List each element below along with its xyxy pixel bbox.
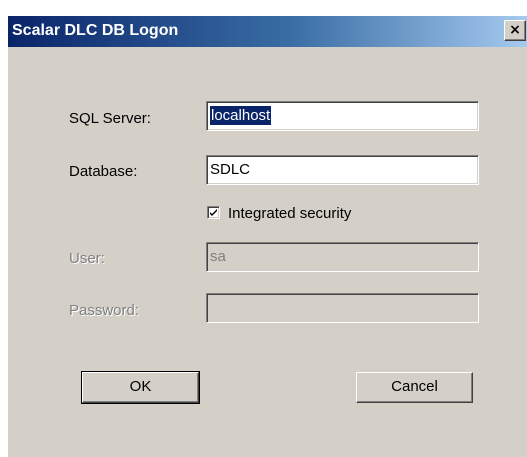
password-label: Password:	[69, 302, 140, 319]
user-input: sa	[206, 242, 479, 272]
database-label: Database:	[69, 163, 138, 180]
checkmark-icon	[210, 209, 217, 216]
sql-server-input[interactable]: localhost	[206, 101, 479, 131]
logon-dialog: Scalar DLC DB Logon × SQL Server: localh…	[7, 15, 527, 457]
title-bar[interactable]: Scalar DLC DB Logon ×	[8, 16, 527, 47]
window-title: Scalar DLC DB Logon	[12, 22, 179, 39]
user-value: sa	[210, 248, 226, 265]
password-input	[206, 293, 479, 323]
database-value: SDLC	[210, 161, 251, 178]
cancel-button[interactable]: Cancel	[356, 372, 473, 403]
sql-server-label: SQL Server:	[69, 110, 151, 127]
integrated-security-checkbox[interactable]	[207, 206, 220, 219]
ok-button[interactable]: OK	[81, 371, 200, 404]
integrated-security-label[interactable]: Integrated security	[228, 205, 351, 222]
sql-server-value: localhost	[210, 106, 272, 125]
database-input[interactable]: SDLC	[206, 155, 479, 185]
user-label: User:	[69, 250, 105, 267]
close-icon: ×	[509, 22, 521, 38]
close-button[interactable]: ×	[504, 20, 526, 41]
